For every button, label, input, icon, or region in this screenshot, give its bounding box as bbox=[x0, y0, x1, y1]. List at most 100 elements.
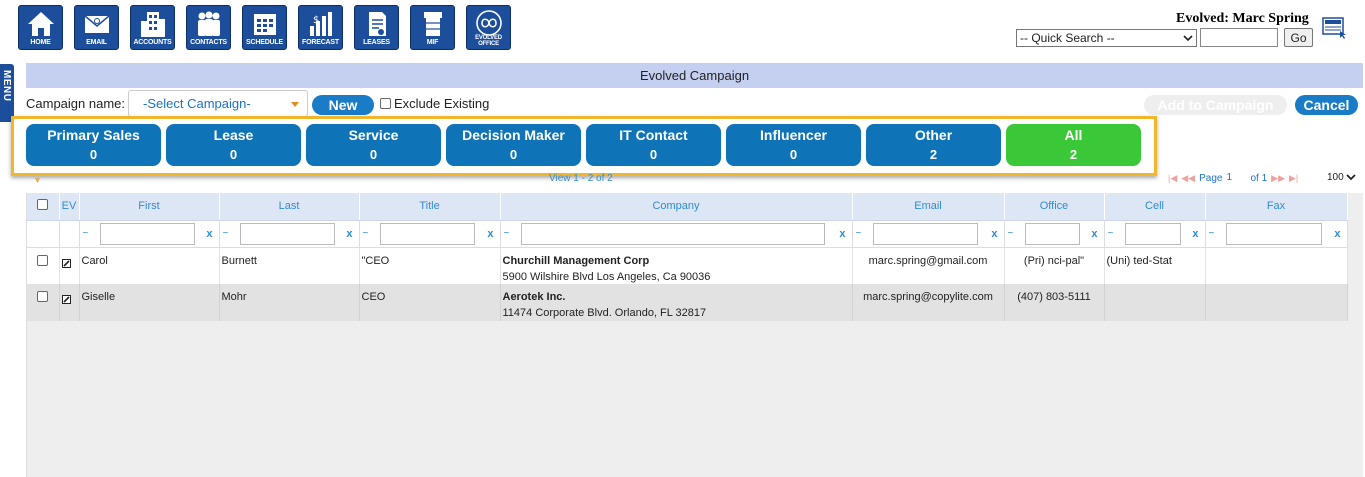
clear-filter-icon[interactable]: x bbox=[991, 228, 997, 240]
nav-mif-button[interactable]: MIF bbox=[410, 5, 455, 50]
clear-filter-icon[interactable]: x bbox=[206, 228, 212, 240]
col-header-last[interactable]: Last bbox=[219, 193, 360, 221]
filter-office-input[interactable] bbox=[1024, 222, 1080, 245]
contacts-grid: EV First Last Title Company Email Office… bbox=[26, 193, 1363, 477]
company-name: Aerotek Inc. bbox=[502, 291, 566, 303]
page-input[interactable]: 1 bbox=[1226, 172, 1246, 184]
first-page-icon[interactable]: |◀ bbox=[1168, 173, 1177, 184]
filter-cell-email: ~ x bbox=[852, 220, 1005, 248]
pager: |◀ ◀◀ Page 1 of 1 ▶▶ ▶| bbox=[1168, 172, 1298, 184]
table-row[interactable]: Giselle Mohr CEO Aerotek Inc. 11474 Corp… bbox=[27, 284, 1348, 321]
filter-cell-input[interactable] bbox=[1124, 222, 1181, 245]
header-row: EV First Last Title Company Email Office… bbox=[27, 193, 1348, 221]
col-header-first[interactable]: First bbox=[79, 193, 220, 221]
clear-filter-icon[interactable]: x bbox=[839, 228, 845, 240]
cancel-button[interactable]: Cancel bbox=[1295, 95, 1358, 115]
nav-leases-button[interactable]: LEASES bbox=[354, 5, 399, 50]
clear-filter-icon[interactable]: x bbox=[487, 228, 493, 240]
filter-op-icon[interactable]: ~ bbox=[363, 228, 369, 239]
filter-op-icon[interactable]: ~ bbox=[1008, 228, 1014, 239]
clear-filter-icon[interactable]: x bbox=[1334, 228, 1340, 240]
filter-op-icon[interactable]: ~ bbox=[504, 228, 510, 239]
tile-primary-sales[interactable]: Primary Sales 0 bbox=[26, 124, 161, 166]
filter-cell-office: ~ x bbox=[1004, 220, 1105, 248]
tile-lease[interactable]: Lease 0 bbox=[166, 124, 301, 166]
campaign-name-label: Campaign name: bbox=[26, 96, 125, 111]
filter-title-input[interactable] bbox=[379, 222, 475, 245]
prev-page-icon[interactable]: ◀◀ bbox=[1181, 173, 1195, 184]
tile-label: IT Contact bbox=[619, 127, 688, 143]
nav-evolved-office-button[interactable]: EVOLVED OFFICE bbox=[466, 5, 511, 50]
next-page-icon[interactable]: ▶▶ bbox=[1271, 173, 1285, 184]
tile-label: Decision Maker bbox=[462, 127, 565, 143]
nav-forecast-button[interactable]: $ FORECAST bbox=[298, 5, 343, 50]
filter-email-input[interactable] bbox=[872, 222, 978, 245]
col-header-fax[interactable]: Fax bbox=[1205, 193, 1348, 221]
tile-service[interactable]: Service 0 bbox=[306, 124, 441, 166]
nav-contacts-button[interactable]: CONTACTS bbox=[186, 5, 231, 50]
title-cell: "CEO bbox=[359, 247, 501, 284]
email-cell: marc.spring@gmail.com bbox=[852, 247, 1005, 284]
filter-cell-last: ~ x bbox=[219, 220, 360, 248]
col-header-office[interactable]: Office bbox=[1004, 193, 1105, 221]
tile-it-contact[interactable]: IT Contact 0 bbox=[586, 124, 721, 166]
caret-down-icon bbox=[291, 102, 299, 107]
filter-op-icon[interactable]: ~ bbox=[856, 228, 862, 239]
col-header-title[interactable]: Title bbox=[359, 193, 501, 221]
clear-filter-icon[interactable]: x bbox=[1091, 228, 1097, 240]
filter-op-icon[interactable]: ~ bbox=[1108, 228, 1114, 239]
news-icon[interactable] bbox=[1322, 16, 1348, 40]
nav-home-button[interactable]: HOME bbox=[18, 5, 63, 50]
filter-last-input[interactable] bbox=[239, 222, 335, 245]
menu-tab[interactable]: MENU bbox=[0, 64, 14, 122]
filter-op-icon[interactable]: ~ bbox=[223, 228, 229, 239]
page: HOME EMAIL ACCOUNTS CONTACTS SCHEDULE $ … bbox=[0, 0, 1365, 477]
nav-accounts-button[interactable]: ACCOUNTS bbox=[130, 5, 175, 50]
office-phone-cell: (407) 803-5111 bbox=[1004, 284, 1105, 321]
tile-other[interactable]: Other 2 bbox=[866, 124, 1001, 166]
select-all-checkbox[interactable] bbox=[37, 199, 49, 211]
filter-op-icon[interactable]: ~ bbox=[83, 228, 89, 239]
filter-cell-title: ~ x bbox=[359, 220, 501, 248]
exclude-existing-checkbox[interactable] bbox=[380, 98, 391, 109]
table-row[interactable]: Carol Burnett "CEO Churchill Management … bbox=[27, 247, 1348, 284]
filter-op-icon[interactable]: ~ bbox=[1209, 228, 1215, 239]
tile-decision-maker[interactable]: Decision Maker 0 bbox=[446, 124, 581, 166]
go-button[interactable]: Go bbox=[1284, 28, 1313, 47]
row-checkbox[interactable] bbox=[37, 254, 49, 266]
quick-search-value: -- Quick Search -- bbox=[1020, 31, 1115, 45]
campaign-select[interactable]: -Select Campaign- bbox=[128, 90, 308, 117]
add-to-campaign-button[interactable]: Add to Campaign bbox=[1144, 95, 1287, 115]
col-header-ev[interactable]: EV bbox=[59, 193, 80, 221]
filter-first-input[interactable] bbox=[99, 222, 195, 245]
quick-search-select[interactable]: -- Quick Search -- bbox=[1016, 29, 1197, 47]
rows-per-page-select[interactable]: 100 bbox=[1327, 172, 1356, 183]
page-of-label: of 1 bbox=[1250, 172, 1268, 184]
tile-count: 0 bbox=[369, 147, 378, 162]
filter-company-input[interactable] bbox=[520, 222, 825, 245]
filter-fax-input[interactable] bbox=[1225, 222, 1322, 245]
col-header-cell[interactable]: Cell bbox=[1104, 193, 1206, 221]
row-checkbox[interactable] bbox=[37, 291, 49, 302]
tile-label: Other bbox=[914, 127, 953, 143]
tile-all[interactable]: All 2 bbox=[1006, 124, 1141, 166]
tile-influencer[interactable]: Influencer 0 bbox=[726, 124, 861, 166]
exclude-existing-option[interactable]: Exclude Existing bbox=[380, 96, 489, 111]
edit-icon[interactable] bbox=[61, 258, 71, 268]
col-header-company[interactable]: Company bbox=[500, 193, 853, 221]
nav-email-button[interactable]: EMAIL bbox=[74, 5, 119, 50]
new-campaign-button[interactable]: New bbox=[312, 95, 374, 115]
clear-filter-icon[interactable]: x bbox=[346, 228, 352, 240]
filter-cell-empty bbox=[59, 220, 80, 248]
nav-home-label: HOME bbox=[30, 39, 51, 46]
first-name-cell: Giselle bbox=[79, 284, 220, 321]
edit-icon[interactable] bbox=[61, 295, 71, 304]
quick-search-input[interactable] bbox=[1200, 28, 1278, 47]
home-icon bbox=[27, 12, 54, 36]
nav-schedule-button[interactable]: SCHEDULE bbox=[242, 5, 287, 50]
sort-toggle-icon[interactable]: ▼ bbox=[33, 175, 42, 185]
last-page-icon[interactable]: ▶| bbox=[1289, 173, 1298, 184]
clear-filter-icon[interactable]: x bbox=[1192, 228, 1198, 240]
company-address: 11474 Corporate Blvd. Orlando, FL 32817 bbox=[502, 307, 707, 319]
col-header-email[interactable]: Email bbox=[852, 193, 1005, 221]
